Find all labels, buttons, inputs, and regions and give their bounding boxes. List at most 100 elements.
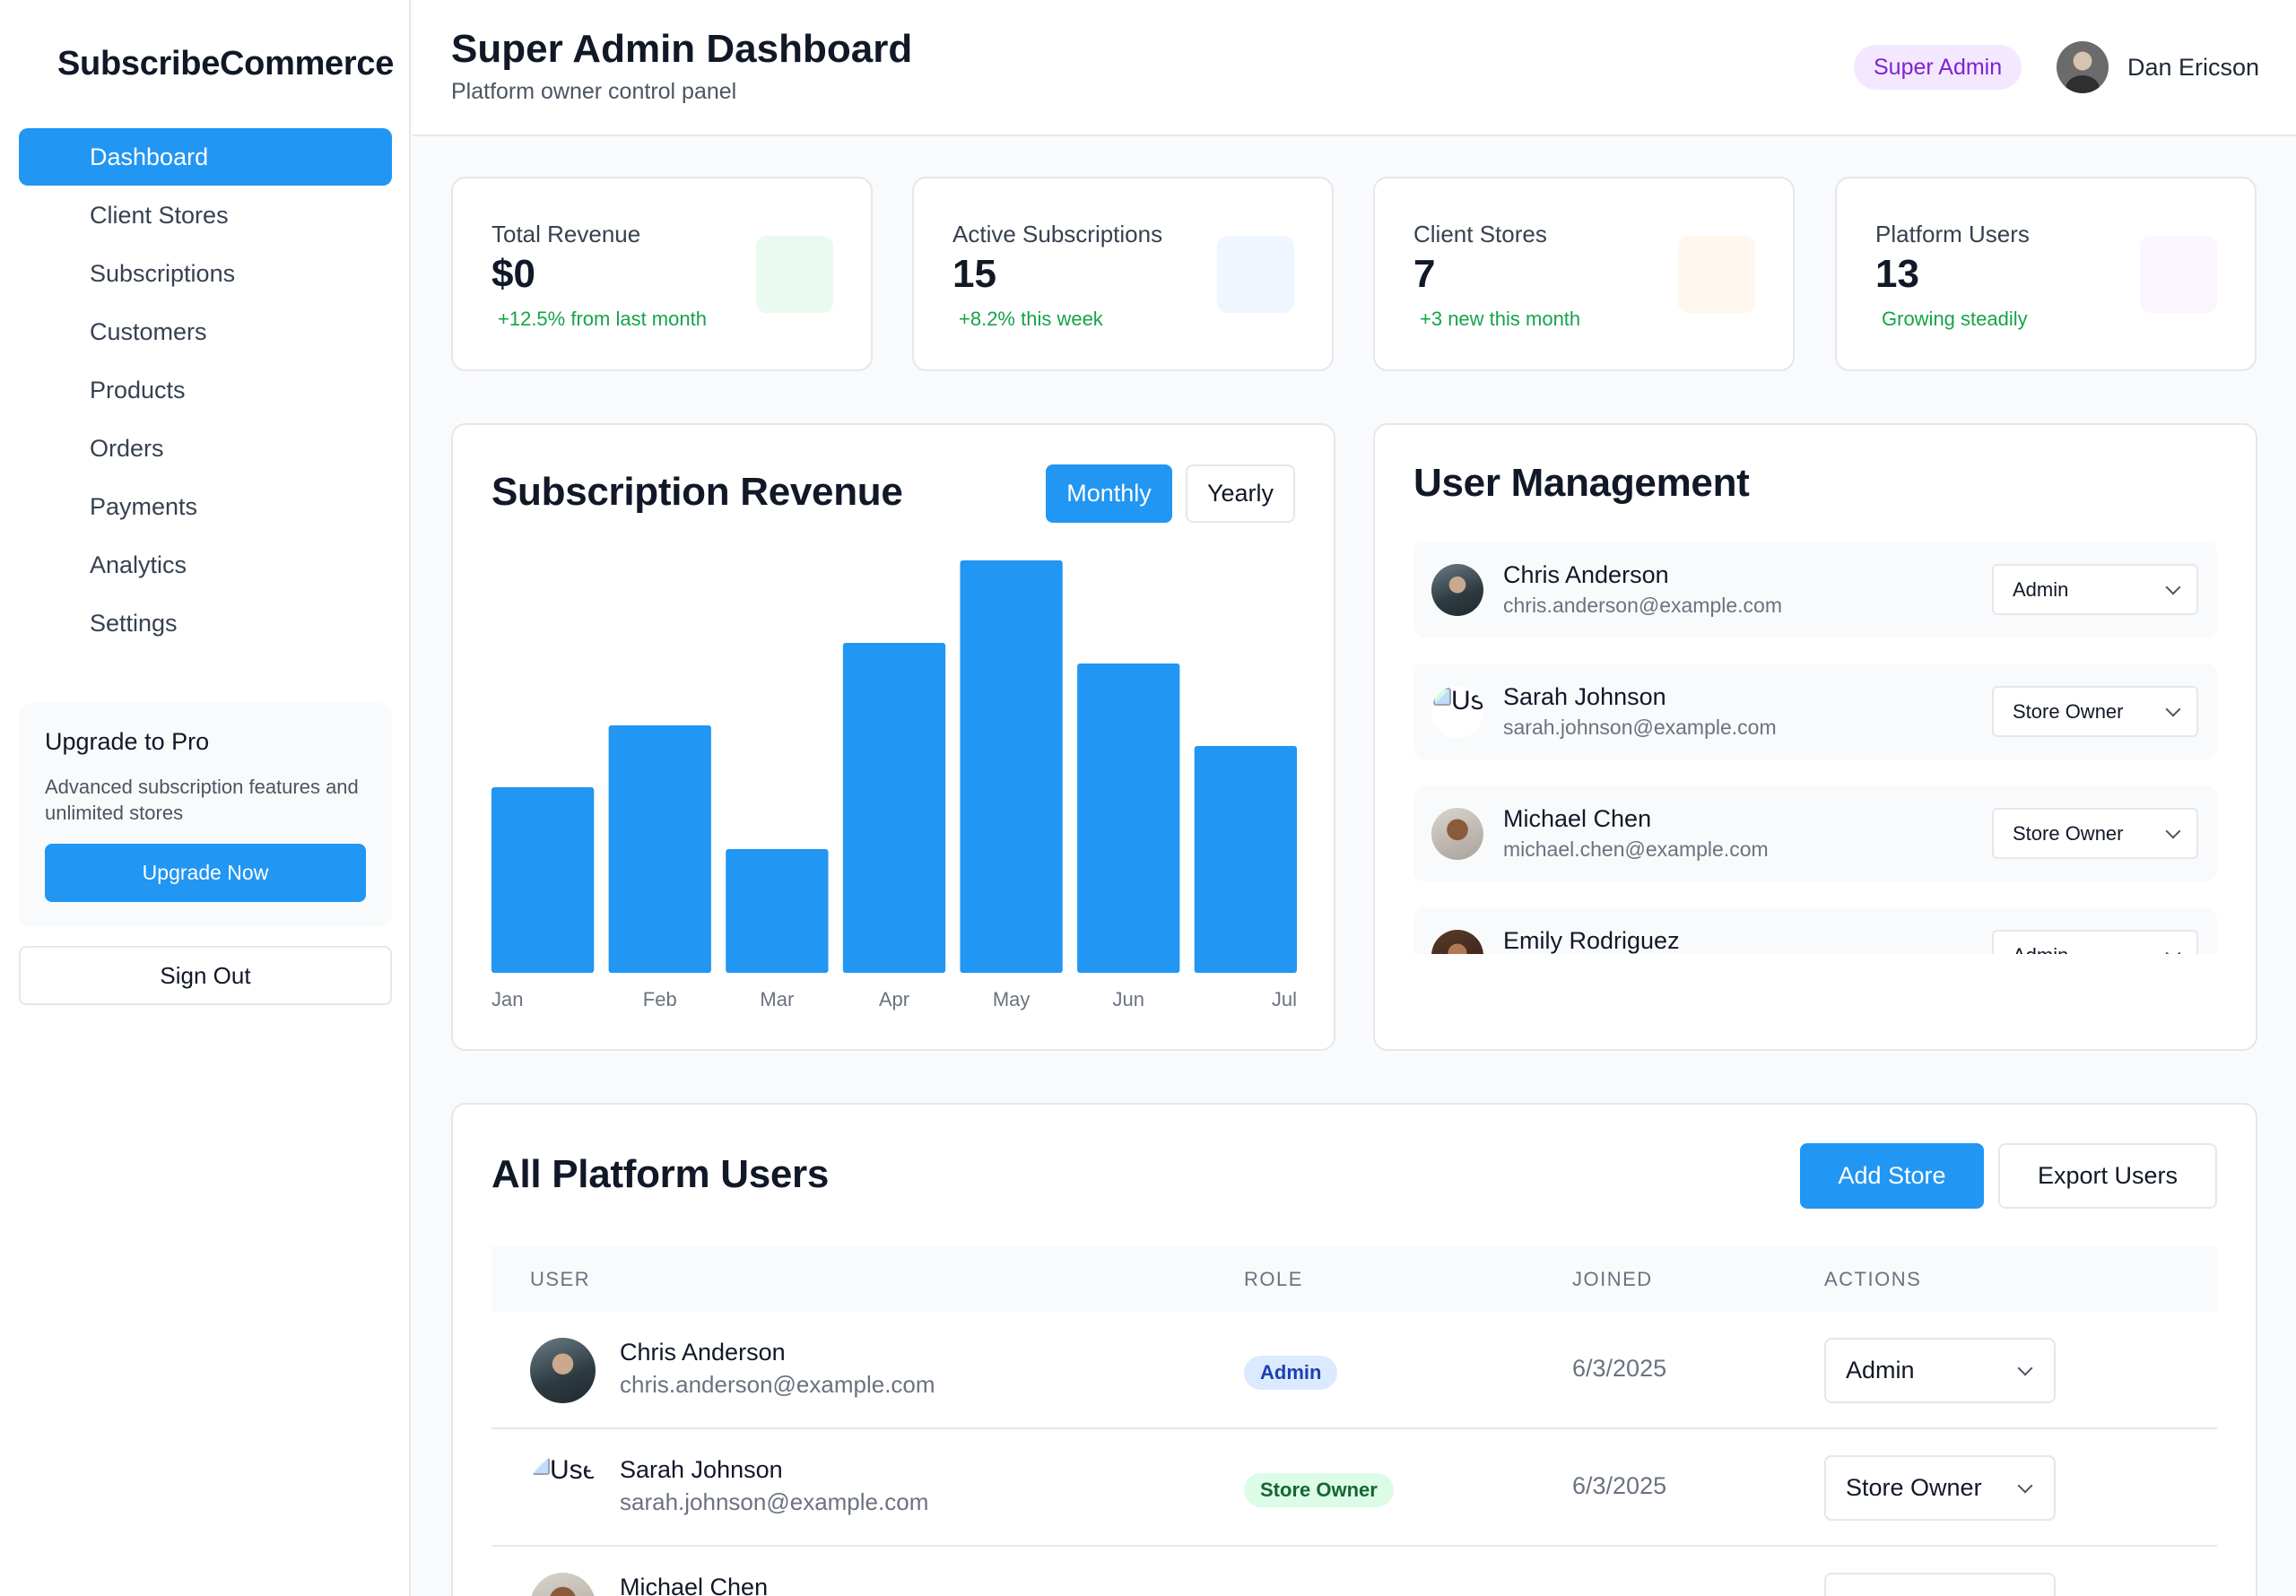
x-tick-label: Jul — [1272, 988, 1297, 1011]
stat-label: Platform Users — [1875, 221, 2030, 247]
avatar — [1431, 930, 1483, 954]
toggle-monthly-button[interactable]: Monthly — [1046, 464, 1172, 523]
role-badge: Admin — [1244, 1356, 1338, 1390]
broken-image-icon — [532, 1457, 550, 1475]
export-users-button[interactable]: Export Users — [1998, 1143, 2217, 1209]
stat-card-total-revenue: Total Revenue $0 +12.5% from last month — [451, 177, 873, 371]
sidebar-item-products[interactable]: Products — [19, 361, 392, 419]
stat-value: 15 — [952, 252, 996, 296]
sidebar-item-subscriptions[interactable]: Subscriptions — [19, 245, 392, 302]
broken-image-icon — [1433, 688, 1451, 706]
bar-jan[interactable] — [491, 787, 595, 973]
revenue-icon — [756, 236, 833, 313]
role-action-select[interactable]: Admin — [1824, 1338, 2056, 1403]
stat-label: Active Subscriptions — [952, 221, 1163, 247]
stat-value: 7 — [1413, 252, 1436, 296]
user-name: Emily Rodriguez — [1503, 927, 1680, 954]
sidebar-item-settings[interactable]: Settings — [19, 594, 392, 652]
sidebar-nav: Dashboard Client Stores Subscriptions Cu… — [19, 128, 392, 653]
user-management-title: User Management — [1413, 461, 1750, 505]
user-name: Michael Chen — [620, 1574, 769, 1596]
subscriptions-icon — [1217, 236, 1294, 313]
user-email: chris.anderson@example.com — [620, 1371, 935, 1398]
list-item: Chris Anderson chris.anderson@example.co… — [1413, 542, 2217, 638]
page-subtitle: Platform owner control panel — [451, 79, 737, 104]
table-row: Use Sarah Johnson sarah.johnson@example.… — [491, 1429, 2217, 1547]
stat-value: 13 — [1875, 252, 1919, 296]
sidebar-item-analytics[interactable]: Analytics — [19, 536, 392, 594]
chevron-down-icon — [2165, 579, 2181, 594]
role-badge: Super Admin — [1854, 45, 2022, 90]
chevron-down-icon — [2165, 701, 2181, 716]
table-row: Chris Anderson chris.anderson@example.co… — [491, 1312, 2217, 1429]
avatar-alt-text: Use — [550, 1455, 596, 1485]
toggle-yearly-button[interactable]: Yearly — [1186, 464, 1295, 523]
role-action-select[interactable] — [1824, 1573, 2056, 1596]
upgrade-title: Upgrade to Pro — [45, 728, 210, 755]
all-platform-users-card: All Platform Users Add Store Export User… — [451, 1103, 2257, 1596]
table-title: All Platform Users — [491, 1152, 830, 1196]
chevron-down-icon — [2017, 1360, 2033, 1375]
stat-trend: Growing steadily — [1882, 308, 2028, 330]
column-header-user: USER — [530, 1268, 591, 1290]
avatar — [1431, 808, 1483, 860]
store-icon — [1678, 236, 1755, 313]
user-name: Sarah Johnson — [1503, 683, 1666, 710]
stat-label: Total Revenue — [491, 221, 641, 247]
role-select[interactable]: Admin — [1992, 930, 2198, 954]
current-user-name[interactable]: Dan Ericson — [2127, 54, 2259, 82]
avatar — [530, 1338, 596, 1403]
list-item: Michael Chen michael.chen@example.com St… — [1413, 785, 2217, 881]
upgrade-description: Advanced subscription features and unlim… — [45, 776, 359, 824]
user-email: michael.chen@example.com — [1503, 837, 1769, 861]
brand-logo-text[interactable]: SubscribeCommerce — [57, 45, 394, 83]
bar-apr[interactable] — [842, 643, 946, 973]
joined-date: 6/3/2025 — [1572, 1355, 1667, 1382]
chevron-down-icon — [2165, 823, 2181, 838]
bar-jul[interactable] — [1194, 746, 1297, 973]
role-select[interactable]: Store Owner — [1992, 808, 2198, 859]
stat-card-client-stores: Client Stores 7 +3 new this month — [1373, 177, 1795, 371]
role-select[interactable]: Admin — [1992, 564, 2198, 615]
sidebar-item-client-stores[interactable]: Client Stores — [19, 186, 392, 244]
sign-out-button[interactable]: Sign Out — [19, 946, 392, 1005]
x-tick-label: May — [993, 988, 1031, 1011]
list-item: Use Sarah Johnson sarah.johnson@example.… — [1413, 664, 2217, 759]
sidebar-item-dashboard[interactable]: Dashboard — [19, 128, 392, 186]
x-tick-label: Apr — [879, 988, 909, 1011]
upgrade-now-button[interactable]: Upgrade Now — [45, 844, 366, 902]
column-header-role: ROLE — [1244, 1268, 1303, 1290]
stat-card-active-subscriptions: Active Subscriptions 15 +8.2% this week — [912, 177, 1334, 371]
bar-may[interactable] — [960, 560, 1063, 973]
x-tick-label: Feb — [643, 988, 677, 1011]
broken-image-avatar: Use — [530, 1455, 596, 1521]
stat-trend: +8.2% this week — [959, 308, 1103, 330]
add-store-button[interactable]: Add Store — [1800, 1143, 1984, 1209]
table-row: Michael Chen — [491, 1547, 2217, 1596]
page-title: Super Admin Dashboard — [451, 27, 913, 71]
sidebar-item-orders[interactable]: Orders — [19, 420, 392, 477]
avatar — [530, 1573, 596, 1596]
role-select-value: Admin — [2013, 577, 2069, 601]
x-tick-label: Mar — [760, 988, 794, 1011]
chevron-down-icon — [2165, 945, 2181, 954]
bar-mar[interactable] — [726, 849, 829, 973]
user-management-list[interactable]: Chris Anderson chris.anderson@example.co… — [1413, 542, 2217, 954]
user-name: Michael Chen — [1503, 805, 1652, 832]
joined-date: 6/3/2025 — [1572, 1472, 1667, 1499]
sidebar-item-customers[interactable]: Customers — [19, 303, 392, 360]
bar-jun[interactable] — [1077, 664, 1180, 973]
role-select[interactable]: Store Owner — [1992, 686, 2198, 737]
sidebar-item-payments[interactable]: Payments — [19, 478, 392, 535]
avatar[interactable] — [2057, 41, 2109, 93]
user-name: Chris Anderson — [620, 1339, 786, 1366]
bar-feb[interactable] — [608, 725, 711, 973]
role-badge: Store Owner — [1244, 1473, 1394, 1507]
role-action-select[interactable]: Store Owner — [1824, 1455, 2056, 1521]
chevron-down-icon — [2017, 1478, 2033, 1493]
user-email: sarah.johnson@example.com — [620, 1488, 929, 1515]
list-item: Emily Rodriguez Admin — [1413, 907, 2217, 954]
role-select-value: Store Owner — [2013, 821, 2124, 845]
user-management-card: User Management Chris Anderson chris.and… — [1373, 423, 2257, 1051]
column-header-joined: JOINED — [1572, 1268, 1653, 1290]
